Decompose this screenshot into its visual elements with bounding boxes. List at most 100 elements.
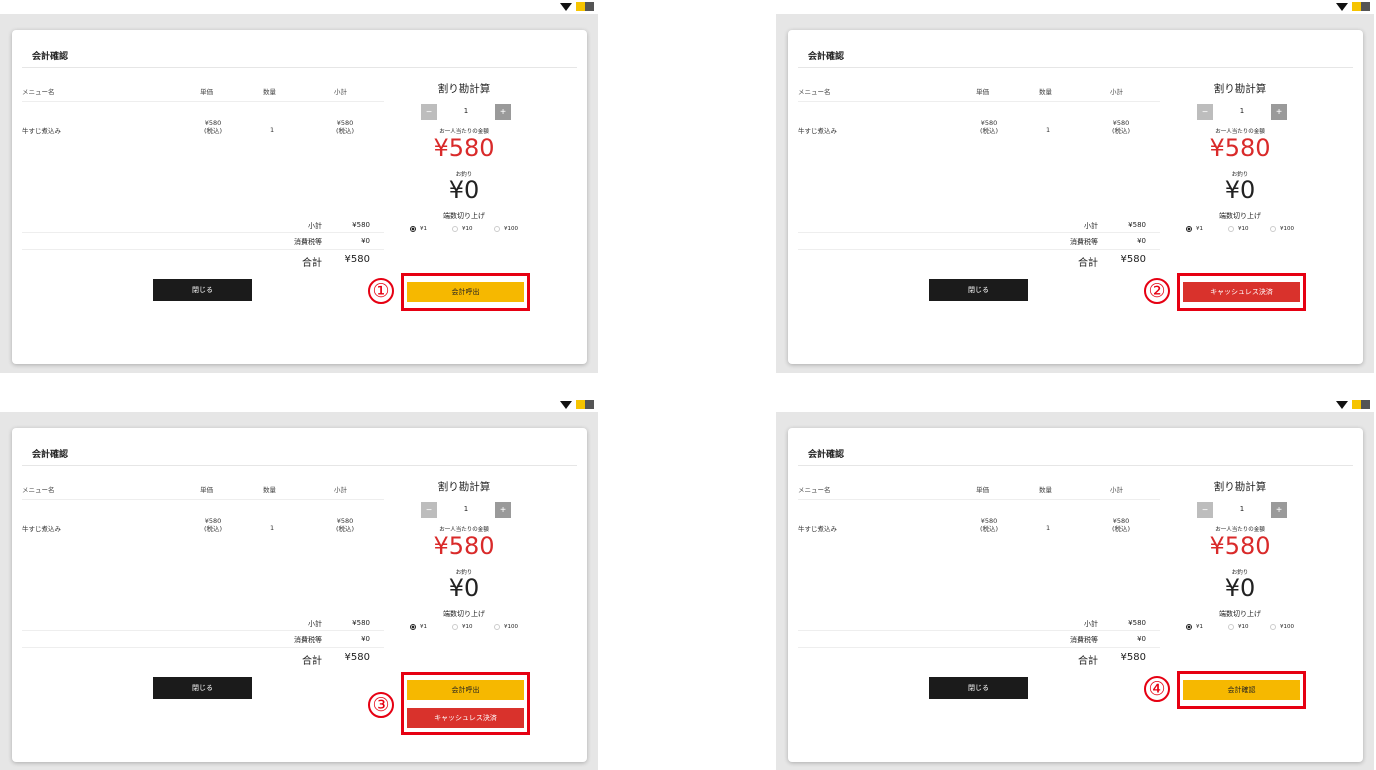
rounding-option-1[interactable]: ¥1: [410, 624, 427, 630]
cashless-payment-button[interactable]: キャッシュレス決済: [1183, 282, 1300, 302]
confirm-bill-button[interactable]: 会計確認: [1183, 680, 1300, 700]
change-amount: ¥0: [448, 176, 480, 204]
close-button[interactable]: 閉じる: [929, 677, 1028, 699]
rounding-option-100[interactable]: ¥100: [494, 226, 518, 232]
wifi-icon: [1336, 400, 1348, 409]
item-subtotal: ¥580 (税込): [330, 119, 360, 135]
subtotal-label: 小計: [1084, 620, 1098, 628]
status-bar: [0, 0, 598, 14]
rounding-option-10[interactable]: ¥10: [452, 624, 473, 630]
dialog-title: 会計確認: [32, 450, 69, 460]
radio-selected-icon: [410, 226, 416, 232]
divider: [22, 232, 384, 233]
item-price: ¥580 (税込): [198, 119, 228, 135]
radio-icon: [494, 226, 500, 232]
people-count-stepper: − 1 +: [421, 502, 511, 518]
change-amount: ¥0: [1224, 176, 1256, 204]
call-bill-button[interactable]: 会計呼出: [407, 680, 524, 700]
close-button[interactable]: 閉じる: [929, 279, 1028, 301]
highlight-frame: 会計呼出 キャッシュレス決済: [401, 672, 530, 735]
total-value: ¥580: [1120, 254, 1146, 265]
dialog-title: 会計確認: [808, 52, 845, 62]
item-price-value: ¥580: [980, 517, 998, 525]
divider: [798, 647, 1160, 648]
rounding-option-10[interactable]: ¥10: [1228, 624, 1249, 630]
panel-4: 会計確認 メニュー名 単価 数量 小計 牛すじ煮込み ¥580 (税込) 1 ¥5…: [776, 398, 1374, 770]
decrement-button[interactable]: −: [1197, 502, 1213, 518]
item-subtotal-tax-note: (税込): [335, 525, 355, 533]
column-header-qty: 数量: [263, 486, 276, 494]
rounding-option-100[interactable]: ¥100: [1270, 624, 1294, 630]
rounding-option-label: ¥10: [462, 226, 473, 232]
item-qty: 1: [270, 524, 275, 532]
divider: [798, 232, 1160, 233]
divider: [22, 249, 384, 250]
item-subtotal-tax-note: (税込): [1111, 525, 1131, 533]
dialog-title: 会計確認: [32, 52, 69, 62]
rounding-option-label: ¥1: [420, 624, 427, 630]
rounding-option-label: ¥1: [1196, 226, 1203, 232]
people-count-stepper: − 1 +: [421, 104, 511, 120]
increment-button[interactable]: +: [1271, 104, 1287, 120]
status-icons: [560, 2, 594, 11]
item-qty: 1: [270, 126, 275, 134]
item-subtotal-value: ¥580: [336, 119, 354, 127]
split-bill-title: 割り勘計算: [437, 83, 491, 95]
total-label: 合計: [302, 258, 322, 269]
decrement-button[interactable]: −: [421, 502, 437, 518]
column-header-price: 単価: [976, 486, 989, 494]
tax-label: 消費税等: [1070, 238, 1098, 246]
rounding-option-1[interactable]: ¥1: [1186, 226, 1203, 232]
radio-icon: [1228, 624, 1234, 630]
rounding-option-1[interactable]: ¥1: [410, 226, 427, 232]
radio-selected-icon: [1186, 624, 1192, 630]
per-person-amount: ¥580: [1209, 532, 1271, 560]
decrement-button[interactable]: −: [1197, 104, 1213, 120]
highlight-frame: 会計呼出: [401, 273, 530, 311]
battery-icon: [1352, 400, 1370, 409]
item-qty: 1: [1046, 126, 1051, 134]
increment-button[interactable]: +: [495, 502, 511, 518]
column-header-subtotal: 小計: [1110, 88, 1123, 96]
cashless-payment-button[interactable]: キャッシュレス決済: [407, 708, 524, 728]
divider: [798, 101, 1160, 102]
highlight-frame: 会計確認: [1177, 671, 1306, 709]
rounding-option-label: ¥100: [1280, 226, 1294, 232]
rounding-label: 端数切り上げ: [443, 610, 485, 618]
divider: [22, 499, 384, 500]
call-bill-button[interactable]: 会計呼出: [407, 282, 524, 302]
battery-icon: [576, 2, 594, 11]
column-header-price: 単価: [200, 88, 213, 96]
divider: [22, 67, 577, 68]
rounding-option-100[interactable]: ¥100: [1270, 226, 1294, 232]
increment-button[interactable]: +: [495, 104, 511, 120]
total-label: 合計: [302, 656, 322, 667]
panel-3: 会計確認 メニュー名 単価 数量 小計 牛すじ煮込み ¥580 (税込) 1 ¥5…: [0, 398, 598, 770]
decrement-button[interactable]: −: [421, 104, 437, 120]
close-button[interactable]: 閉じる: [153, 677, 252, 699]
people-count-value: 1: [1239, 107, 1245, 115]
increment-button[interactable]: +: [1271, 502, 1287, 518]
item-price-tax-note: (税込): [979, 127, 999, 135]
close-button[interactable]: 閉じる: [153, 279, 252, 301]
rounding-option-label: ¥100: [1280, 624, 1294, 630]
screenshot-grid: 会計確認 メニュー名 単価 数量 小計 牛すじ煮込み ¥580 (税込) 1 ¥5…: [0, 0, 1376, 770]
item-subtotal-tax-note: (税込): [335, 127, 355, 135]
per-person-amount: ¥580: [433, 532, 495, 560]
subtotal-value: ¥580: [1128, 221, 1146, 229]
rounding-option-10[interactable]: ¥10: [452, 226, 473, 232]
item-price: ¥580 (税込): [974, 119, 1004, 135]
step-number: ②: [1144, 278, 1170, 304]
rounding-option-1[interactable]: ¥1: [1186, 624, 1203, 630]
step-number: ④: [1144, 676, 1170, 702]
radio-selected-icon: [1186, 226, 1192, 232]
checkout-dialog: 会計確認 メニュー名 単価 数量 小計 牛すじ煮込み ¥580 (税込) 1 ¥5…: [12, 30, 587, 364]
rounding-option-10[interactable]: ¥10: [1228, 226, 1249, 232]
column-header-qty: 数量: [1039, 88, 1052, 96]
step-number: ③: [368, 692, 394, 718]
rounding-option-100[interactable]: ¥100: [494, 624, 518, 630]
radio-icon: [452, 226, 458, 232]
column-header-price: 単価: [976, 88, 989, 96]
item-subtotal-value: ¥580: [336, 517, 354, 525]
status-bar: [776, 0, 1374, 14]
